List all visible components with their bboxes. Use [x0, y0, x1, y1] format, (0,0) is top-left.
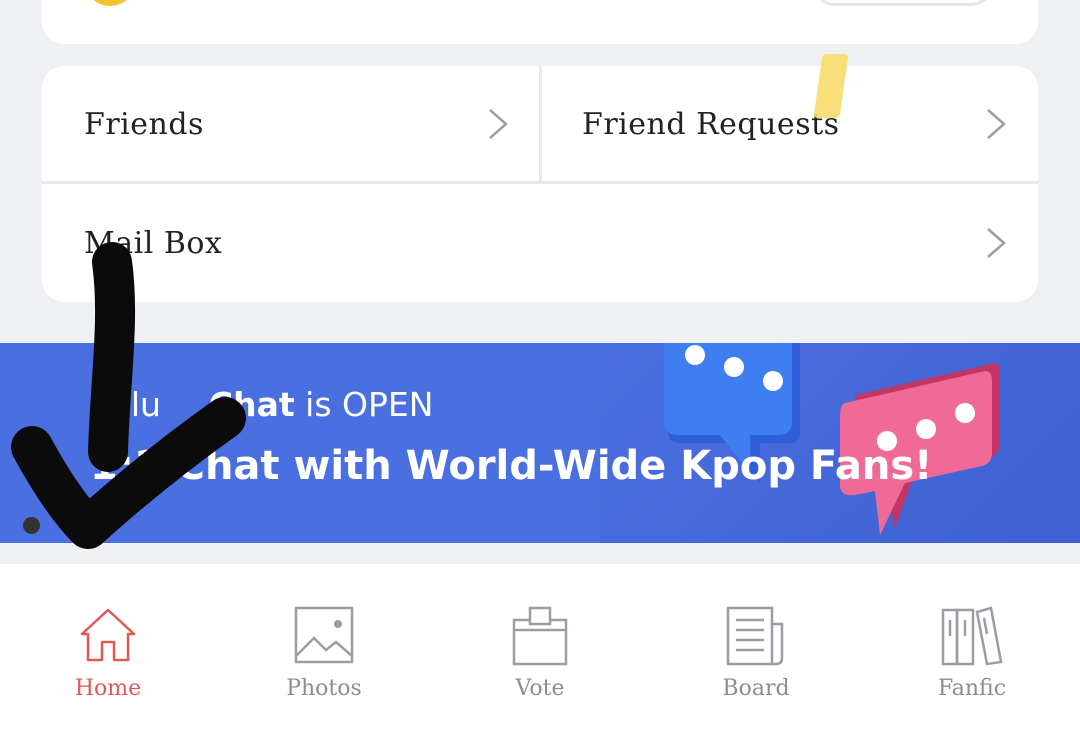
tab-vote[interactable]: Vote	[432, 564, 648, 730]
home-icon	[80, 608, 136, 662]
chevron-right-icon	[489, 109, 508, 139]
profile-action-button[interactable]	[812, 0, 994, 6]
photos-icon	[294, 606, 354, 664]
tab-label: Fanfic	[937, 676, 1007, 701]
vote-icon	[512, 606, 568, 666]
bottom-tab-bar: Home Photos Vote Board Fanfic	[0, 564, 1080, 730]
chevron-right-icon	[987, 109, 1006, 139]
chat-promo-banner[interactable]: nPlu Chat is OPEN 1:1 Chat with World-Wid…	[0, 343, 1080, 543]
banner-headline: nPlu Chat is OPEN	[90, 385, 433, 424]
fanfic-icon	[941, 606, 1003, 666]
menu-card: Friends Friend Requests Mail Box	[42, 66, 1038, 302]
friends-label: Friends	[84, 106, 204, 142]
tab-home[interactable]: Home	[0, 564, 216, 730]
tab-label: Photos	[286, 676, 362, 701]
tab-photos[interactable]: Photos	[216, 564, 432, 730]
friend-requests-row[interactable]: Friend Requests	[542, 66, 1038, 182]
banner-prefix: nPlu	[90, 385, 161, 424]
tab-label: Home	[74, 676, 142, 701]
tab-label: Vote	[515, 676, 565, 701]
friend-requests-label: Friend Requests	[582, 106, 840, 142]
separator	[0, 543, 1080, 564]
mailbox-label: Mail Box	[84, 225, 223, 261]
chevron-right-icon	[987, 228, 1006, 258]
tab-board[interactable]: Board	[648, 564, 864, 730]
banner-suffix: is OPEN	[294, 385, 434, 424]
banner-chat-word: Chat	[208, 385, 295, 424]
tab-fanfic[interactable]: Fanfic	[864, 564, 1080, 730]
mailbox-row[interactable]: Mail Box	[42, 184, 1038, 302]
friends-row[interactable]: Friends	[42, 66, 540, 182]
profile-card	[42, 0, 1038, 44]
carousel-dot[interactable]	[23, 517, 40, 534]
board-icon	[726, 606, 784, 666]
banner-subheadline: 1:1 Chat with World-Wide Kpop Fans!	[90, 443, 933, 489]
tab-label: Board	[722, 676, 790, 701]
